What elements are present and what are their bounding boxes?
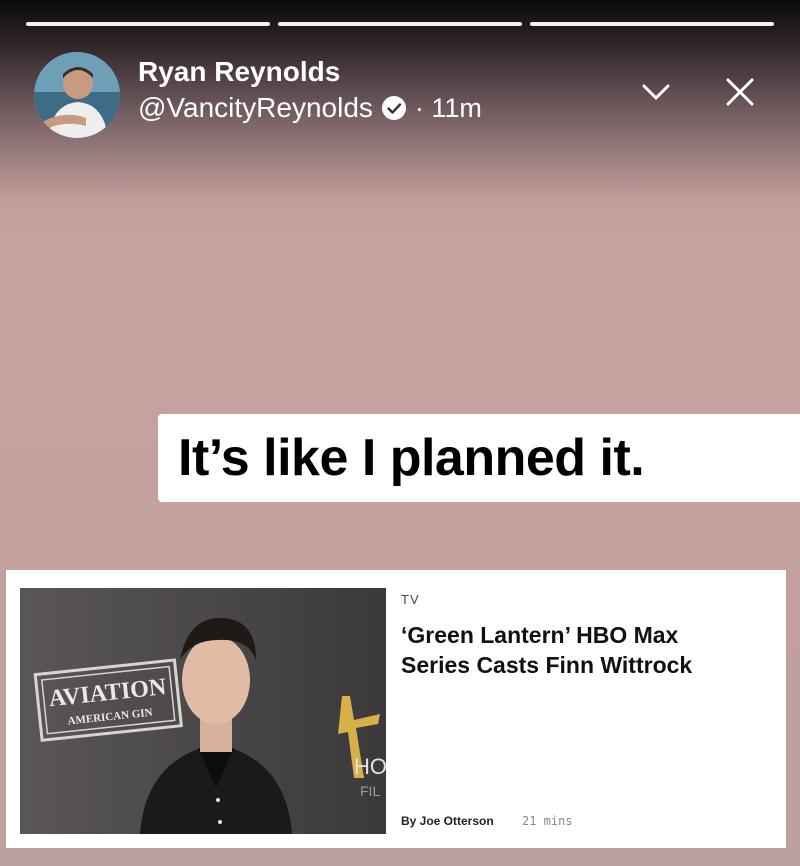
progress-segment [530,22,774,26]
story-progress-bar [26,22,774,26]
author-name[interactable]: Ryan Reynolds [138,56,340,88]
article-time: 21 mins [522,814,573,828]
chevron-down-icon[interactable] [636,74,676,110]
author-handle-row: @VancityReynolds · 11m [138,92,482,124]
progress-segment [26,22,270,26]
article-byline: By Joe Otterson [401,814,494,828]
close-icon[interactable] [720,72,760,112]
article-image: AVIATION AMERICAN GIN HO FIL [20,588,386,834]
avatar[interactable] [34,52,120,138]
article-headline[interactable]: ‘Green Lantern’ HBO Max Series Casts Fin… [401,620,741,680]
backdrop-text-2: FIL [360,783,380,799]
article-card[interactable]: AVIATION AMERICAN GIN HO FIL TV ‘Green L… [6,570,786,848]
author-handle[interactable]: @VancityReynolds [138,92,373,124]
caption-text: It’s like I planned it. [178,429,645,487]
verified-badge-icon [381,95,407,121]
story-caption: It’s like I planned it. [158,414,800,502]
progress-segment [278,22,522,26]
backdrop-text: HO [354,754,386,779]
post-time: · 11m [414,92,482,123]
article-category: TV [401,592,420,607]
